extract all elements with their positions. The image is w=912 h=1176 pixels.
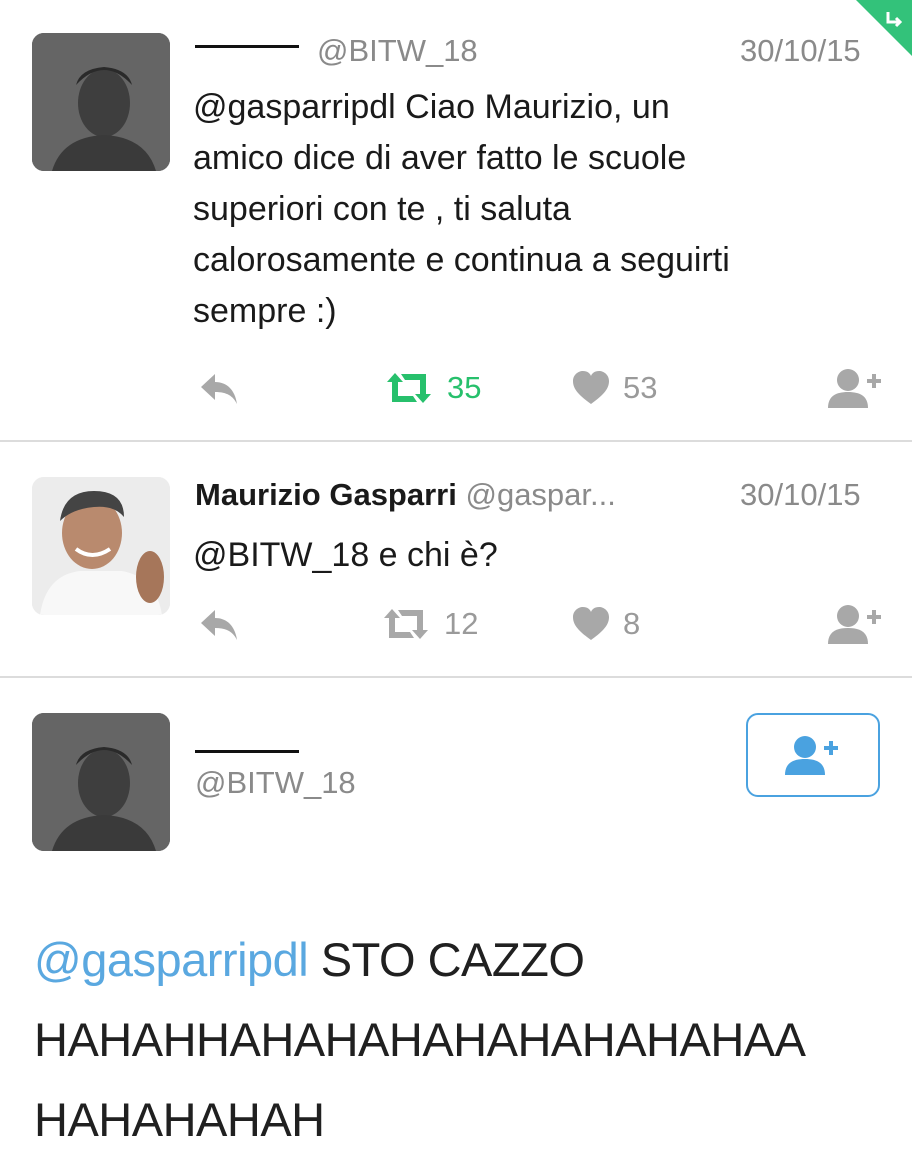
retweet-count: 12: [444, 606, 479, 641]
follow-button[interactable]: [826, 364, 886, 412]
follow-button[interactable]: [746, 713, 880, 797]
tweet-actions: 35 53: [0, 364, 912, 412]
text-line: @gasparripdl STO CAZZO: [34, 920, 806, 1000]
text-line: calorosamente e continua a seguirti: [193, 241, 730, 279]
tweet-2[interactable]: Maurizio Gasparri @gaspar... 30/10/15 @B…: [0, 442, 912, 676]
handle[interactable]: @BITW_18: [317, 33, 478, 68]
handle[interactable]: @gaspar...: [465, 477, 615, 512]
follow-user-icon: [785, 736, 838, 775]
text-line: superiori con te , ti saluta: [193, 190, 571, 228]
reply-icon: [201, 610, 237, 640]
tweet-actions: 12 8: [0, 600, 912, 648]
follow-user-icon: [828, 369, 881, 408]
retweet-icon: [387, 373, 431, 403]
reply-icon: [201, 374, 237, 404]
retweet-count: 35: [447, 370, 482, 405]
tweet-date[interactable]: 30/10/15: [740, 476, 861, 514]
tweet-text: @gasparripdl Ciao Maurizio, un amico dic…: [193, 82, 730, 337]
display-name[interactable]: Maurizio Gasparri: [195, 477, 457, 512]
text-line: HAHAHAHAH: [34, 1093, 325, 1146]
like-button[interactable]: 53: [571, 364, 657, 412]
avatar[interactable]: [32, 477, 170, 615]
mention-link[interactable]: @gasparripdl: [34, 933, 309, 986]
reply-button[interactable]: [197, 364, 241, 412]
heart-icon: [573, 607, 609, 640]
follow-button[interactable]: [826, 600, 886, 648]
follow-user-icon: [828, 605, 881, 644]
retweet-icon: [384, 609, 428, 639]
like-button[interactable]: 8: [571, 600, 640, 648]
like-count: 53: [623, 370, 658, 405]
redacted-name: [195, 750, 299, 753]
retweet-button[interactable]: 35: [383, 364, 481, 412]
like-count: 8: [623, 606, 641, 641]
tweet-1[interactable]: @BITW_18 30/10/15 @gasparripdl Ciao Maur…: [0, 0, 912, 440]
text-fragment: STO CAZZO: [308, 933, 585, 986]
text-line: HAHAHHAHAHAHAHAHAHAHAHAA: [34, 1013, 806, 1066]
text-line: @gasparripdl Ciao Maurizio, un: [193, 88, 670, 126]
heart-icon: [573, 371, 609, 404]
text-line: amico dice di aver fatto le scuole: [193, 139, 687, 177]
tweet-date[interactable]: 30/10/15: [740, 32, 861, 70]
avatar[interactable]: [32, 713, 170, 851]
tweet-header: Maurizio Gasparri @gaspar...: [195, 476, 616, 514]
text-line: sempre :): [193, 292, 337, 330]
reply-button[interactable]: [197, 600, 241, 648]
tweet-header: @BITW_18: [195, 32, 478, 70]
retweet-button[interactable]: 12: [380, 600, 478, 648]
avatar[interactable]: [32, 33, 170, 171]
redacted-name: [195, 45, 299, 49]
handle[interactable]: @BITW_18: [195, 764, 356, 802]
tweet-text: @gasparripdl STO CAZZO HAHAHHAHAHAHAHAHA…: [34, 920, 806, 1160]
tweet-text: @BITW_18 e chi è?: [193, 536, 498, 574]
